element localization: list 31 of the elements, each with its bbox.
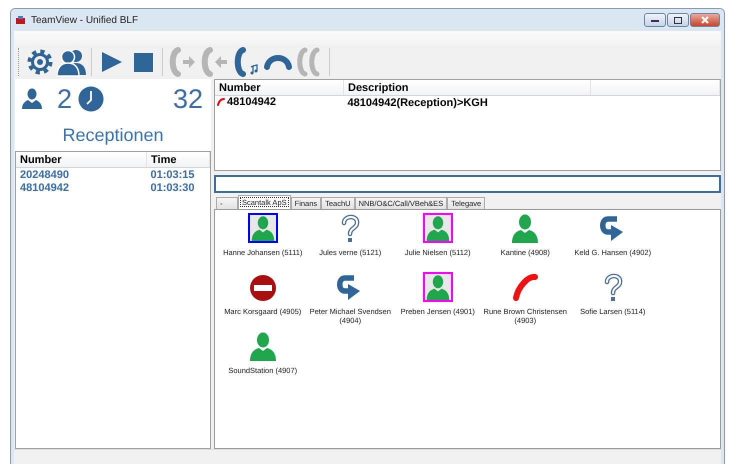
phone-handset-icon <box>217 98 225 106</box>
app-icon <box>15 15 26 25</box>
column-header[interactable]: Description <box>344 80 590 96</box>
table-cell: 20248490 <box>20 168 69 180</box>
settings-button[interactable] <box>25 47 55 77</box>
table-cell: 01:03:30 <box>150 182 195 194</box>
person-icon <box>510 213 540 243</box>
table-cell: 48104942 <box>227 96 276 108</box>
user-count: 2 <box>57 84 72 114</box>
queue-name: Receptionen <box>61 124 165 147</box>
table-cell: 48104942(Reception)>KGH <box>348 96 488 108</box>
column-header[interactable]: Time <box>146 152 210 168</box>
person-icon <box>21 88 43 110</box>
waiting-count: 32 <box>172 84 203 114</box>
clock-icon <box>78 86 104 112</box>
close-icon <box>701 16 709 24</box>
column-header[interactable]: Number <box>16 152 146 168</box>
minimize-icon <box>651 18 659 22</box>
close-button[interactable] <box>690 13 720 27</box>
table-cell: 01:03:15 <box>150 168 195 180</box>
no-entry-icon <box>248 272 278 302</box>
phone-handset-icon <box>510 272 540 302</box>
maximize-button[interactable] <box>667 13 689 27</box>
person-icon <box>248 331 278 361</box>
minimize-button[interactable] <box>644 13 666 27</box>
people-button[interactable] <box>57 47 87 77</box>
maximize-icon <box>674 16 682 24</box>
search-field[interactable] <box>214 175 721 193</box>
table-cell: 48104942 <box>20 182 69 194</box>
window-title: TeamView - Unified BLF <box>31 14 138 26</box>
column-header[interactable]: Number <box>215 80 344 96</box>
